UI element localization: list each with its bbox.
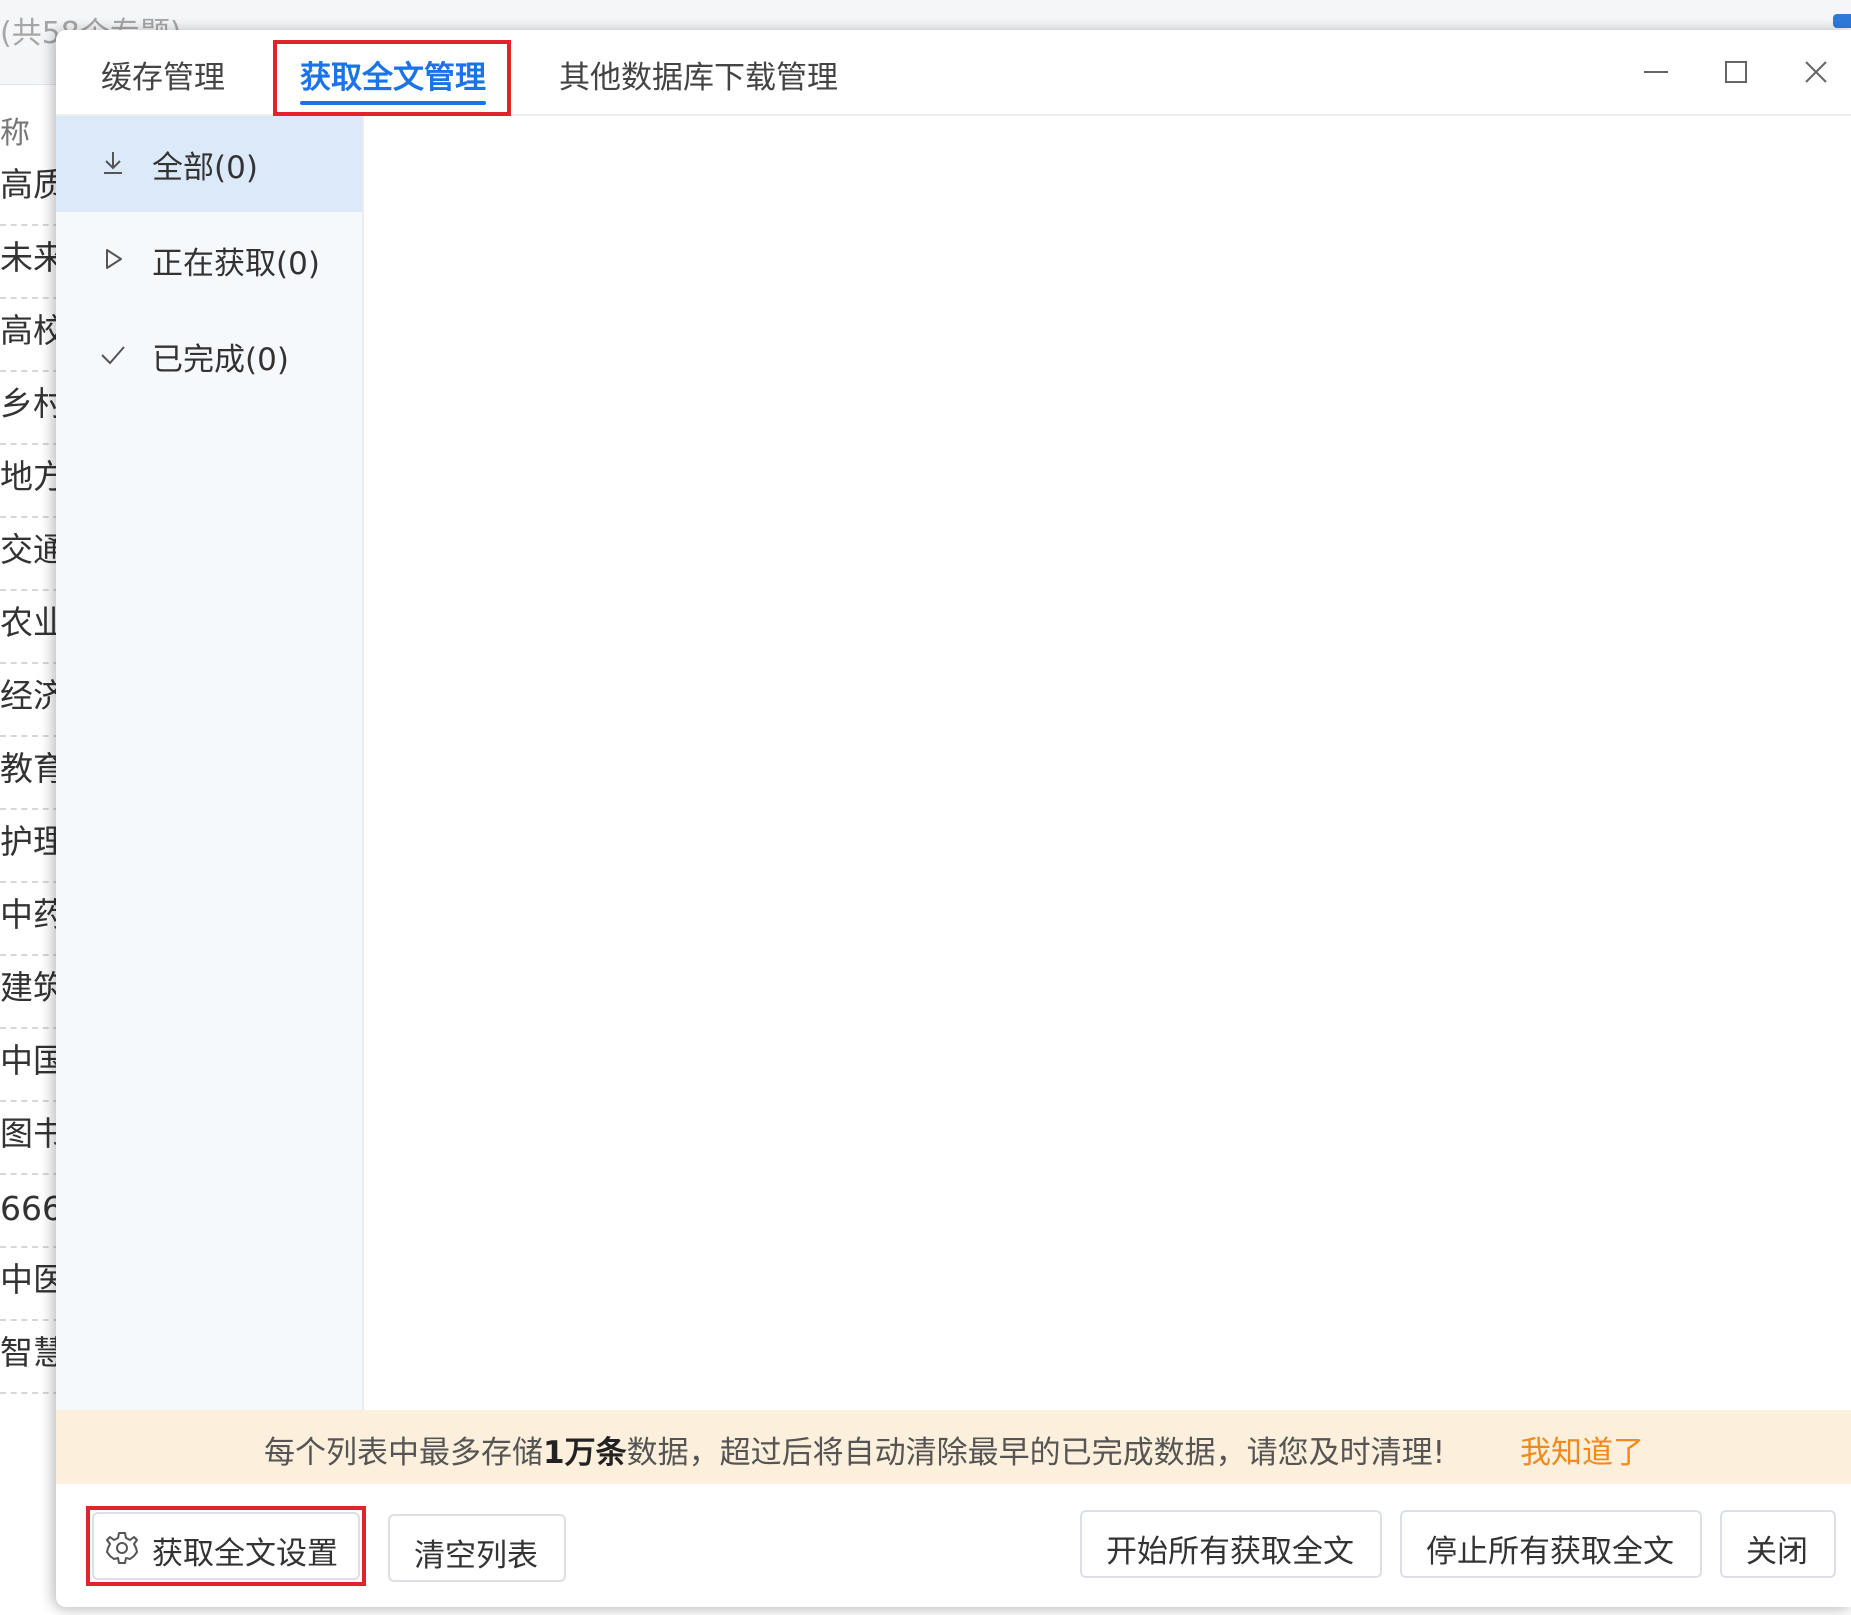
button-label: 关闭 [1746, 1534, 1808, 1570]
sidebar-item-label: 正在获取(0) [152, 246, 320, 282]
start-all-button[interactable]: 开始所有获取全文 [1080, 1510, 1382, 1578]
download-icon [104, 152, 122, 174]
sidebar-item-label: 已完成(0) [152, 342, 289, 378]
button-label: 清空列表 [414, 1538, 538, 1574]
notice-emphasis: 1万条 [543, 1435, 627, 1471]
sidebar-item-completed[interactable]: 已完成(0) [56, 308, 362, 404]
button-label: 获取全文设置 [152, 1536, 338, 1572]
gear-icon [106, 1532, 138, 1564]
clear-list-button[interactable]: 清空列表 [388, 1514, 566, 1582]
maximize-icon [1725, 61, 1747, 83]
notice-acknowledge-link[interactable]: 我知道了 [1520, 1427, 1644, 1472]
dialog-header: 缓存管理 获取全文管理 其他数据库下载管理 [56, 30, 1851, 116]
check-icon [101, 346, 125, 365]
tab-fulltext-label: 获取全文管理 [300, 60, 486, 96]
storage-limit-notice: 每个列表中最多存储1万条数据，超过后将自动清除最早的已完成数据，请您及时清理! … [56, 1410, 1851, 1484]
active-tab-underline [300, 101, 486, 105]
background-corner-badge [1833, 14, 1851, 28]
maximize-button[interactable] [1716, 52, 1756, 92]
button-label: 开始所有获取全文 [1106, 1534, 1354, 1570]
fulltext-manager-dialog: 缓存管理 获取全文管理 其他数据库下载管理 全部(0) 正在获取(0) 已完成(… [56, 30, 1851, 1607]
minimize-icon [1644, 71, 1668, 73]
tab-cache-management[interactable]: 缓存管理 [101, 52, 225, 97]
close-button[interactable]: 关闭 [1720, 1510, 1836, 1578]
sidebar-item-all[interactable]: 全部(0) [56, 116, 362, 212]
status-sidebar: 全部(0) 正在获取(0) 已完成(0) [56, 116, 364, 1420]
close-icon [1805, 61, 1827, 83]
fulltext-settings-button[interactable]: 获取全文设置 [92, 1512, 360, 1580]
tab-other-database-downloads[interactable]: 其他数据库下载管理 [559, 52, 838, 97]
task-list-area [364, 116, 1851, 1420]
button-label: 停止所有获取全文 [1426, 1534, 1674, 1570]
notice-text: 每个列表中最多存储1万条数据，超过后将自动清除最早的已完成数据，请您及时清理! [264, 1435, 1446, 1471]
tab-fulltext-management[interactable]: 获取全文管理 [300, 52, 486, 105]
close-window-button[interactable] [1796, 52, 1836, 92]
sidebar-item-label: 全部(0) [152, 150, 258, 186]
play-icon [106, 249, 122, 269]
sidebar-item-fetching[interactable]: 正在获取(0) [56, 212, 362, 308]
minimize-button[interactable] [1636, 52, 1676, 92]
stop-all-button[interactable]: 停止所有获取全文 [1400, 1510, 1702, 1578]
